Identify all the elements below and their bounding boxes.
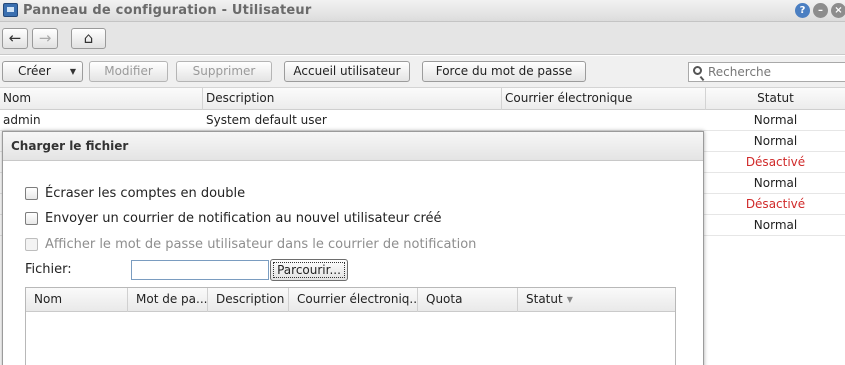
column-header-email[interactable]: Courrier électronique [502,88,706,110]
grid-column-status[interactable]: Statut ▼ [518,288,675,312]
user-name: admin [3,113,41,127]
grid-column-quota[interactable]: Quota [418,288,518,312]
browse-button[interactable]: Parcourir... [270,259,348,281]
back-button[interactable]: ← [2,28,28,49]
create-button-label: Créer [18,64,51,78]
file-label: Fichier: [25,262,72,277]
show-password-checkbox [25,238,38,251]
notify-label: Envoyer un courrier de notification au n… [45,211,442,226]
upload-file-dialog: Charger le fichier Écraser les comptes e… [2,131,704,365]
user-home-button[interactable]: Accueil utilisateur [284,61,410,82]
import-preview-grid: Nom Mot de pa... Description Courrier él… [25,287,676,365]
arrow-left-icon: ← [8,29,22,47]
chevron-down-icon: ▼ [69,67,76,76]
password-strength-button[interactable]: Force du mot de passe [422,61,586,82]
show-password-label: Afficher le mot de passe utilisateur dan… [45,237,477,252]
grid-column-email[interactable]: Courrier électroniq... [289,288,418,312]
user-description: System default user [206,113,327,127]
title-bar: Panneau de configuration - Utilisateur ?… [0,0,845,22]
grid-column-name[interactable]: Nom [26,288,128,312]
close-icon[interactable]: × [831,3,845,18]
overwrite-checkbox[interactable] [25,187,38,200]
navigation-bar: ← → ⌂ [0,22,845,55]
users-table-header: Nom Description Courrier électronique St… [0,88,845,110]
user-status: Normal [753,134,798,148]
user-status: Désactivé [745,155,806,169]
help-icon[interactable]: ? [795,3,810,18]
notify-checkbox[interactable] [25,212,38,225]
user-status: Normal [753,176,798,190]
search-input[interactable] [708,64,842,80]
home-button[interactable]: ⌂ [71,28,106,49]
delete-button[interactable]: Supprimer [176,61,272,82]
modify-button[interactable]: Modifier [89,61,168,82]
search-box [688,62,845,82]
forward-button[interactable]: → [32,28,58,49]
user-status: Normal [753,218,798,232]
file-path-input[interactable] [131,260,269,280]
grid-header: Nom Mot de pa... Description Courrier él… [26,288,675,312]
toolbar: Créer ▼ Modifier Supprimer Accueil utili… [0,56,845,88]
control-panel-icon [3,3,18,17]
grid-column-status-label: Statut [526,292,563,306]
overwrite-label: Écraser les comptes en double [45,186,246,201]
dialog-title: Charger le fichier [11,139,129,153]
arrow-right-icon: → [38,29,52,47]
column-header-status[interactable]: Statut [706,88,845,110]
user-status: Désactivé [745,197,806,211]
create-button[interactable]: Créer ▼ [2,61,83,82]
user-email [502,110,706,131]
column-header-description[interactable]: Description [203,88,502,110]
home-icon: ⌂ [83,29,94,47]
minimize-icon[interactable]: – [813,3,828,18]
grid-column-description[interactable]: Description [208,288,289,312]
sort-descending-icon: ▼ [566,295,573,304]
user-status: Normal [753,113,798,127]
grid-column-password[interactable]: Mot de pa... [128,288,208,312]
dialog-header[interactable]: Charger le fichier [3,132,703,161]
search-icon [693,66,702,75]
column-header-name[interactable]: Nom [0,88,203,110]
window-title: Panneau de configuration - Utilisateur [23,3,312,18]
table-row[interactable]: admin System default user Normal [0,110,845,131]
